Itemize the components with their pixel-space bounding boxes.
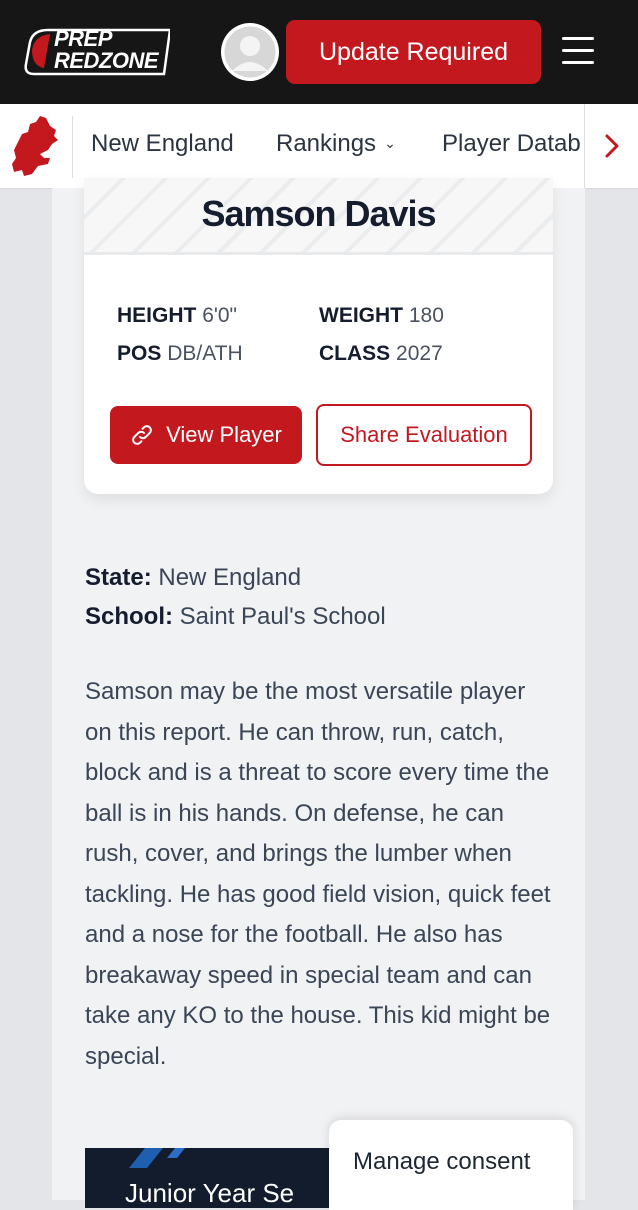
manage-consent-button[interactable]: Manage consent	[329, 1120, 573, 1210]
stat-weight: WEIGHT 180	[319, 304, 444, 328]
stat-position-value: DB/ATH	[167, 342, 243, 365]
avatar-user-icon	[221, 23, 279, 81]
card-header-divider	[84, 252, 553, 255]
stat-height: HEIGHT 6'0"	[117, 304, 237, 328]
new-england-map-icon[interactable]	[10, 114, 62, 180]
evaluation-text: Samson may be the most versatile player …	[85, 678, 551, 1070]
player-card: Samson Davis HEIGHT 6'0" WEIGHT 180 POS …	[84, 178, 553, 494]
user-avatar[interactable]	[221, 23, 279, 81]
stat-class-value: 2027	[396, 342, 443, 365]
state-value: New England	[158, 564, 302, 591]
state-info: State: New England	[85, 564, 301, 592]
top-bar: PREP REDZONE Update Required	[0, 0, 638, 104]
stat-height-value: 6'0"	[202, 304, 238, 327]
nav-divider	[72, 116, 73, 178]
update-required-button[interactable]: Update Required	[286, 20, 541, 84]
hamburger-menu-icon[interactable]	[562, 37, 598, 65]
view-player-label: View Player	[166, 422, 282, 447]
main-content: Samson Davis HEIGHT 6'0" WEIGHT 180 POS …	[52, 178, 585, 1208]
state-label: State:	[85, 564, 152, 591]
logo-text-prep: PREP	[54, 26, 112, 51]
prep-redzone-logo[interactable]: PREP REDZONE	[24, 24, 170, 78]
nav-item-player-database[interactable]: Player Datab	[442, 130, 584, 158]
stat-class: CLASS 2027	[319, 342, 443, 366]
nav-item-rankings-label: Rankings	[276, 130, 377, 157]
logo-text-redzone: REDZONE	[54, 48, 159, 73]
link-icon	[132, 425, 152, 445]
school-info: School: Saint Paul's School	[85, 603, 386, 631]
video-title: Junior Year Se	[125, 1178, 295, 1208]
nav-item-new-england[interactable]: New England	[91, 130, 234, 158]
stat-position-label: POS	[117, 342, 162, 365]
school-value: Saint Paul's School	[179, 603, 386, 630]
nav-scroll-right-button[interactable]	[584, 104, 638, 188]
chevron-down-icon: ⌄	[384, 135, 396, 151]
chevron-right-icon	[605, 134, 619, 158]
stat-weight-label: WEIGHT	[319, 304, 403, 327]
manage-consent-label: Manage consent	[353, 1148, 531, 1175]
share-evaluation-button[interactable]: Share Evaluation	[316, 404, 532, 466]
player-name: Samson Davis	[201, 193, 436, 234]
stat-class-label: CLASS	[319, 342, 391, 365]
stat-height-label: HEIGHT	[117, 304, 197, 327]
school-label: School:	[85, 603, 173, 630]
view-player-button[interactable]: View Player	[110, 406, 302, 464]
region-nav-bar: New England Rankings ⌄ Player Datab	[0, 104, 638, 189]
video-thumbnail[interactable]: Junior Year Se	[85, 1148, 345, 1208]
stat-weight-value: 180	[408, 304, 444, 327]
nav-item-rankings[interactable]: Rankings ⌄	[276, 130, 396, 158]
stat-position: POS DB/ATH	[117, 342, 243, 366]
